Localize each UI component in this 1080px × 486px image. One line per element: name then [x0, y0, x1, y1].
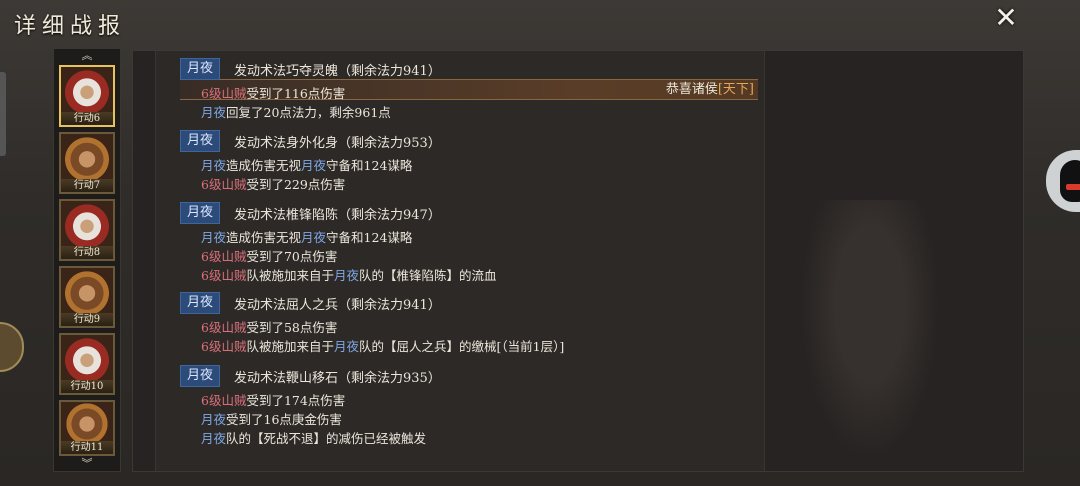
enemy-unit-name[interactable]: 6级山贼 — [201, 268, 246, 283]
log-text: 队被施加来自于 — [246, 268, 334, 283]
log-entry-header: 月夜 发动术法鞭山移石（剩余法力935） — [180, 365, 441, 387]
enemy-unit-name[interactable]: 6级山贼 — [201, 177, 246, 192]
general-name-tag[interactable]: 月夜 — [180, 292, 221, 314]
log-line: 6级山贼受到了174点伤害 — [201, 392, 345, 410]
ally-unit-name[interactable]: 月夜 — [201, 105, 226, 120]
skill-activation-text: 发动术法巧夺灵魄（剩余法力941） — [234, 63, 441, 79]
skill-activation-text: 发动术法椎锋陷陈（剩余法力947） — [234, 207, 441, 223]
log-text: 队的【屈人之兵】的缴械[（当前1层）] — [358, 339, 565, 354]
general-name-tag[interactable]: 月夜 — [180, 130, 221, 152]
log-text: 受到了16点庚金伤害 — [226, 412, 342, 427]
log-line: 月夜造成伤害无视月夜守备和124谋略 — [201, 157, 412, 175]
skill-activation-text: 发动术法屈人之兵（剩余法力941） — [234, 297, 441, 313]
skill-activation-text: 发动术法身外化身（剩余法力953） — [234, 135, 441, 151]
log-text: 守备和124谋略 — [326, 158, 413, 173]
log-line: 6级山贼受到了229点伤害 — [201, 176, 345, 194]
log-line: 月夜队的【死战不退】的减伤已经被触发 — [201, 430, 426, 448]
enemy-unit-name[interactable]: 6级山贼 — [201, 320, 246, 335]
ally-unit-name[interactable]: 月夜 — [201, 431, 226, 446]
log-text: 受到了229点伤害 — [246, 177, 346, 192]
ally-unit-name[interactable]: 月夜 — [334, 268, 359, 283]
log-entry-header: 月夜 发动术法巧夺灵魄（剩余法力941） — [180, 58, 441, 80]
battle-log: 月夜 发动术法巧夺灵魄（剩余法力941） 6级山贼受到了116点伤害 月夜回复了20点… — [0, 0, 1080, 486]
log-line: 月夜回复了20点法力，剩余961点 — [201, 104, 391, 122]
log-text: 队的【椎锋陷陈】的流血 — [358, 268, 497, 283]
enemy-unit-name[interactable]: 6级山贼 — [201, 86, 246, 101]
log-text: 受到了174点伤害 — [246, 393, 346, 408]
log-text: 队的【死战不退】的减伤已经被触发 — [226, 431, 427, 446]
log-line: 6级山贼队被施加来自于月夜队的【椎锋陷陈】的流血 — [201, 267, 497, 285]
log-line: 月夜受到了16点庚金伤害 — [201, 411, 342, 429]
enemy-unit-name[interactable]: 6级山贼 — [201, 249, 246, 264]
log-text: 受到了58点伤害 — [246, 320, 338, 335]
ally-unit-name[interactable]: 月夜 — [201, 412, 226, 427]
general-name-tag[interactable]: 月夜 — [180, 365, 221, 387]
log-line: 6级山贼受到了58点伤害 — [201, 319, 337, 337]
ally-unit-name[interactable]: 月夜 — [334, 339, 359, 354]
ally-unit-name[interactable]: 月夜 — [301, 158, 326, 173]
log-text: 回复了20点法力，剩余961点 — [226, 105, 391, 120]
ally-unit-name[interactable]: 月夜 — [201, 230, 226, 245]
log-text: 受到了116点伤害 — [246, 86, 346, 101]
ally-unit-name[interactable]: 月夜 — [201, 158, 226, 173]
log-text: 受到了70点伤害 — [246, 249, 338, 264]
log-entry-header: 月夜 发动术法身外化身（剩余法力953） — [180, 130, 441, 152]
log-text: 造成伤害无视 — [226, 230, 302, 245]
log-line: 6级山贼队被施加来自于月夜队的【屈人之兵】的缴械[（当前1层）] — [201, 338, 564, 356]
ally-unit-name[interactable]: 月夜 — [301, 230, 326, 245]
log-entry-header: 月夜 发动术法椎锋陷陈（剩余法力947） — [180, 202, 441, 224]
log-text: 造成伤害无视 — [226, 158, 302, 173]
log-line: 月夜造成伤害无视月夜守备和124谋略 — [201, 229, 412, 247]
enemy-unit-name[interactable]: 6级山贼 — [201, 393, 246, 408]
log-text: 队被施加来自于 — [246, 339, 334, 354]
log-line: 6级山贼受到了116点伤害 — [201, 85, 345, 103]
log-line: 6级山贼受到了70点伤害 — [201, 248, 337, 266]
skill-activation-text: 发动术法鞭山移石（剩余法力935） — [234, 370, 441, 386]
general-name-tag[interactable]: 月夜 — [180, 202, 221, 224]
log-entry-header: 月夜 发动术法屈人之兵（剩余法力941） — [180, 292, 441, 314]
general-name-tag[interactable]: 月夜 — [180, 58, 221, 80]
log-text: 守备和124谋略 — [326, 230, 413, 245]
enemy-unit-name[interactable]: 6级山贼 — [201, 339, 246, 354]
